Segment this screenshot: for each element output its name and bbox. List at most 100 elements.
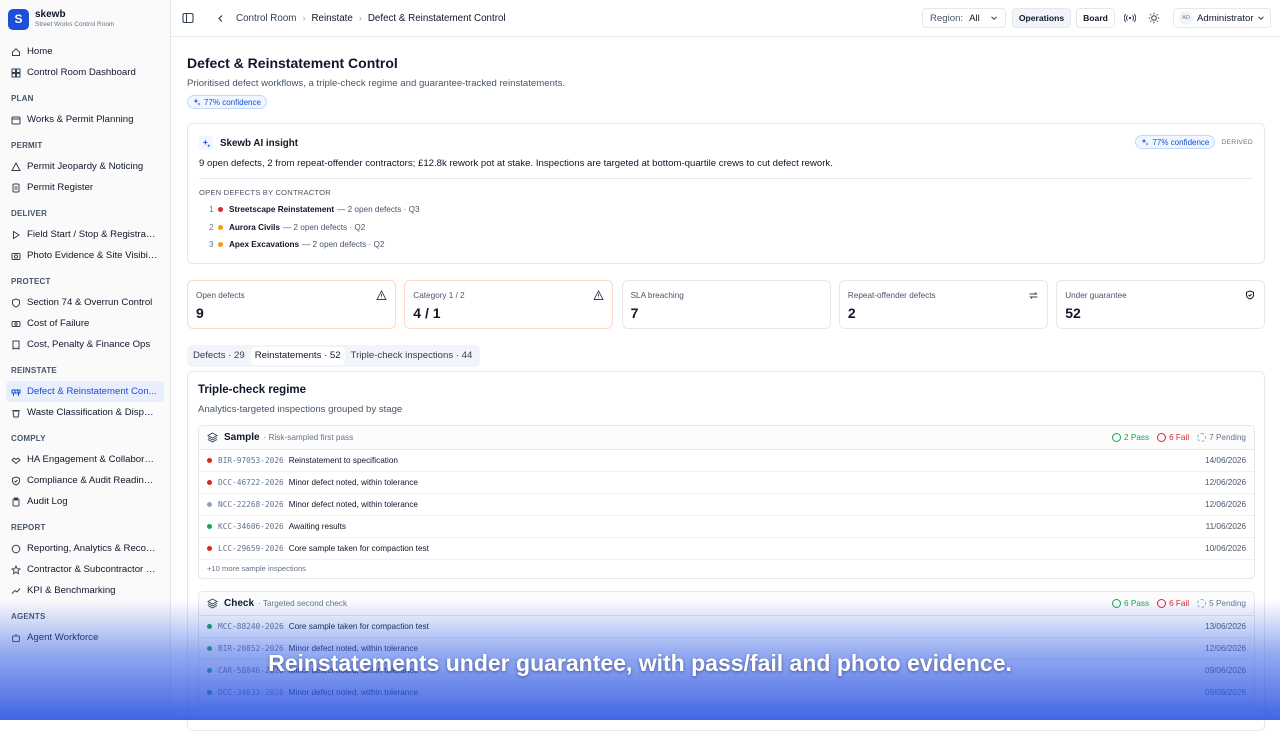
home-icon [12, 47, 20, 56]
sidebar-item[interactable]: Control Room Dashboard [6, 62, 164, 83]
sidebar-section-title: REPORT [11, 523, 46, 532]
shield-check-icon [12, 475, 20, 486]
inspection-date: 11/06/2026 [1205, 522, 1246, 531]
board-button[interactable]: Board [1076, 8, 1115, 28]
sidebar-item[interactable]: Works & Permit Planning [6, 109, 164, 130]
panel-title: Triple-check regime [198, 384, 307, 396]
more-inspections-link[interactable]: +10 more sample inspections [199, 560, 1254, 578]
chevron-down-icon [990, 16, 997, 21]
barrier-icon [11, 389, 21, 396]
sidebar-item[interactable]: Field Start / Stop & Registrati... [6, 224, 164, 245]
sidebar-item-label: Defect & Reinstatement Con... [27, 386, 157, 397]
tab-reinstatements[interactable]: Reinstatements · 52 [250, 347, 345, 365]
status-dot [207, 480, 212, 485]
stage-header[interactable]: Sample · Risk-sampled first pass 2 Pass … [199, 426, 1254, 450]
sidebar-toggle-icon[interactable] [178, 8, 198, 28]
table-row[interactable]: DCC-46722-2026 Minor defect noted, withi… [199, 472, 1254, 494]
sidebar-item[interactable]: Section 74 & Overrun Control [6, 292, 164, 313]
inspection-date: 14/06/2026 [1205, 456, 1246, 465]
sidebar-item-label: Control Room Dashboard [27, 67, 136, 78]
kpi-label: Category 1 / 2 [413, 291, 465, 300]
inspection-date: 12/06/2026 [1205, 500, 1246, 509]
contractor-rank: 2 [209, 222, 214, 232]
stage-name: Sample [224, 432, 260, 443]
chevron-down-icon [1258, 16, 1264, 21]
kpi-card[interactable]: Under guarantee 52 [1056, 280, 1266, 329]
user-name: Administrator [1197, 12, 1254, 24]
trend-icon [11, 587, 21, 594]
sidebar-item[interactable]: Reporting, Analytics & Records [6, 538, 164, 559]
table-row[interactable]: LCC-29659-2026 Core sample taken for com… [199, 538, 1254, 560]
sidebar-item-label: Section 74 & Overrun Control [27, 297, 153, 308]
sidebar-item[interactable]: Home [6, 41, 164, 62]
broadcast-icon[interactable] [1120, 8, 1140, 28]
user-menu[interactable]: AD Administrator [1173, 8, 1271, 28]
breadcrumb: Control Room › Reinstate › Defect & Rein… [236, 13, 506, 24]
play-icon [13, 230, 20, 239]
inspection-ref: BIR-97053-2026 [218, 456, 284, 465]
dashboard-icon [11, 68, 21, 77]
sidebar-item[interactable]: Waste Classification & Dispos... [6, 402, 164, 423]
sidebar-item[interactable]: Photo Evidence & Site Visibility [6, 245, 164, 266]
kpi-value: 9 [196, 305, 204, 321]
sidebar-item[interactable]: Contractor & Subcontractor P... [6, 559, 164, 580]
contractor-rank: 3 [209, 240, 214, 249]
sidebar-item[interactable]: Defect & Reinstatement Con... [6, 381, 164, 402]
kpi-card[interactable]: Repeat-offender defects 2 [838, 280, 1048, 329]
inspection-ref: NCC-22268-2026 [218, 500, 284, 509]
document-icon [12, 183, 20, 192]
contractor-item[interactable]: 1 Streetscape Reinstatement — 2 open def… [209, 205, 420, 214]
page-title: Defect & Reinstatement Control [187, 55, 398, 71]
pending-count-text: 7 Pending [1209, 433, 1246, 442]
inspection-desc: Minor defect noted, within tolerance [288, 500, 418, 509]
kpi-label: SLA breaching [630, 291, 684, 300]
layers-icon [207, 432, 218, 443]
tab-triple-check-inspections[interactable]: Triple-check inspections · 44 [347, 347, 477, 365]
sidebar-item[interactable]: Cost, Penalty & Finance Ops [6, 334, 164, 355]
brand[interactable]: S skewb Street Works Control Room [0, 0, 170, 38]
sidebar-item[interactable]: Permit Register [6, 177, 164, 198]
receipt-icon [12, 340, 20, 350]
sidebar-item[interactable]: KPI & Benchmarking [6, 580, 164, 601]
sidebar-section-title: PERMIT [11, 141, 43, 150]
region-label: Region: [930, 12, 964, 24]
kpi-card[interactable]: Category 1 / 2 4 / 1 [404, 280, 614, 329]
theme-sun-icon[interactable] [1144, 8, 1164, 28]
table-row[interactable]: KCC-34606-2026 Awaiting results 11/06/20… [199, 516, 1254, 538]
sidebar-section-title: PROTECT [11, 277, 51, 286]
sidebar-item[interactable]: Audit Log [6, 491, 164, 512]
kpi-label: Under guarantee [1065, 291, 1127, 300]
sidebar-item[interactable]: Compliance & Audit Readiness [6, 470, 164, 491]
table-row[interactable]: NCC-22268-2026 Minor defect noted, withi… [199, 494, 1254, 516]
camera-icon [11, 252, 21, 260]
breadcrumb-reinstate[interactable]: Reinstate [311, 13, 352, 24]
warning-icon [593, 290, 605, 300]
contractor-item[interactable]: 3 Apex Excavations — 2 open defects · Q2 [209, 240, 384, 249]
stage-card: Sample · Risk-sampled first pass 2 Pass … [198, 425, 1255, 579]
breadcrumb-separator-icon: › [358, 13, 362, 23]
sidebar-item[interactable]: HA Engagement & Collaborati... [6, 449, 164, 470]
sidebar-item-label: KPI & Benchmarking [27, 585, 116, 596]
sidebar-item-label: Contractor & Subcontractor P... [27, 564, 158, 575]
x-circle-icon [1157, 433, 1167, 442]
back-chevron-icon[interactable] [210, 8, 230, 28]
tab-defects[interactable]: Defects · 29 [189, 347, 249, 365]
kpi-card[interactable]: Open defects 9 [187, 280, 396, 329]
region-select[interactable]: Region: All [922, 8, 1006, 28]
kpi-card[interactable]: SLA breaching 7 [621, 280, 831, 329]
sidebar-item-label: Permit Register [27, 182, 94, 193]
contractor-rank: 1 [209, 205, 214, 214]
contractor-item[interactable]: 2 Aurora Civils — 2 open defects · Q2 [209, 223, 365, 232]
sidebar-item[interactable]: Cost of Failure [6, 313, 164, 334]
star-icon [11, 564, 21, 575]
sidebar-item[interactable]: Permit Jeopardy & Noticing [6, 156, 164, 177]
confidence-badge: 77% confidence [187, 95, 267, 109]
breadcrumb-control-room[interactable]: Control Room [236, 13, 296, 24]
status-dot [207, 502, 212, 507]
sidebar-item-label: Compliance & Audit Readiness [27, 475, 158, 486]
operations-button[interactable]: Operations [1012, 8, 1071, 28]
divider [199, 178, 1253, 179]
table-row[interactable]: BIR-97053-2026 Reinstatement to specific… [199, 450, 1254, 472]
severity-dot [218, 242, 223, 247]
contractor-detail: — 2 open defects · Q2 [302, 240, 385, 249]
